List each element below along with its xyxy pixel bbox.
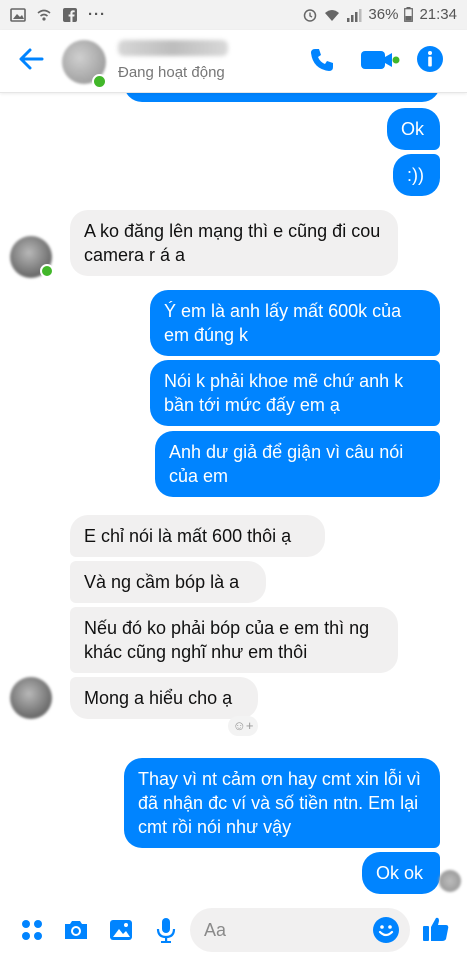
facebook-notification-icon: [63, 7, 77, 22]
clock: 21:34: [419, 6, 457, 23]
phone-icon[interactable]: [308, 46, 336, 74]
battery-percent: 36%: [368, 6, 399, 23]
message-bubble-outgoing[interactable]: :)): [393, 154, 440, 196]
online-indicator: [92, 74, 107, 89]
conversation-header: Đang hoạt động: [0, 30, 467, 93]
message-list[interactable]: Ok :)) A ko đăng lên mạng thì e cũng đi …: [0, 92, 467, 900]
message-bubble-partial[interactable]: [124, 92, 440, 102]
grid-dots-icon[interactable]: [18, 916, 46, 944]
contact-avatar-small[interactable]: [10, 677, 52, 719]
message-bubble-incoming[interactable]: Nếu đó ko phải bóp của e em thì ng khác …: [70, 607, 398, 673]
online-indicator: [40, 264, 54, 278]
thumbs-up-icon[interactable]: [421, 914, 451, 944]
message-bubble-incoming[interactable]: Và ng cầm bóp là a: [70, 561, 266, 603]
message-input-placeholder: Aa: [204, 920, 227, 940]
message-bubble-incoming[interactable]: A ko đăng lên mạng thì e cũng đi cou cam…: [70, 210, 398, 276]
status-bar-left: ···: [10, 6, 106, 23]
message-input[interactable]: Aa: [190, 908, 410, 952]
add-reaction-button[interactable]: ☺+: [228, 716, 258, 736]
back-arrow-icon[interactable]: [16, 44, 46, 74]
notification-overflow: ···: [88, 6, 106, 23]
alarm-icon: [304, 8, 317, 22]
info-icon[interactable]: [416, 45, 444, 73]
message-bubble-outgoing[interactable]: Anh dư giả để giận vì câu nói của em: [155, 431, 440, 497]
emoji-icon[interactable]: [372, 916, 400, 944]
message-bubble-incoming[interactable]: E chỉ nói là mất 600 thôi ạ: [70, 515, 325, 557]
message-bubble-incoming[interactable]: Mong a hiểu cho ạ: [70, 677, 258, 719]
message-bubble-outgoing[interactable]: Ok: [387, 108, 440, 150]
active-status: Đang hoạt động: [118, 64, 225, 81]
image-icon[interactable]: [107, 916, 135, 944]
wifi-icon: [325, 9, 340, 21]
message-bubble-outgoing[interactable]: Ý em là anh lấy mất 600k của em đúng k: [150, 290, 440, 356]
video-camera-icon[interactable]: [360, 48, 400, 72]
composer-bar: Aa: [0, 900, 467, 960]
status-bar: ··· 36% 21:34: [0, 0, 467, 30]
gallery-notification-icon: [10, 7, 26, 22]
message-bubble-outgoing[interactable]: Thay vì nt cảm ơn hay cmt xin lỗi vì đã …: [124, 758, 440, 848]
message-bubble-outgoing[interactable]: Ok ok: [362, 852, 440, 894]
camera-icon[interactable]: [62, 916, 90, 944]
status-bar-right: 36% 21:34: [302, 6, 457, 23]
signal-icon: [347, 8, 362, 22]
battery-icon: [404, 7, 414, 22]
message-bubble-outgoing[interactable]: Nói k phải khoe mẽ chứ anh k bần tới mức…: [150, 360, 440, 426]
contact-name-redacted[interactable]: [118, 40, 228, 56]
wifi-calling-icon: [37, 9, 51, 21]
microphone-icon[interactable]: [152, 916, 180, 944]
seen-avatar: [439, 870, 461, 892]
